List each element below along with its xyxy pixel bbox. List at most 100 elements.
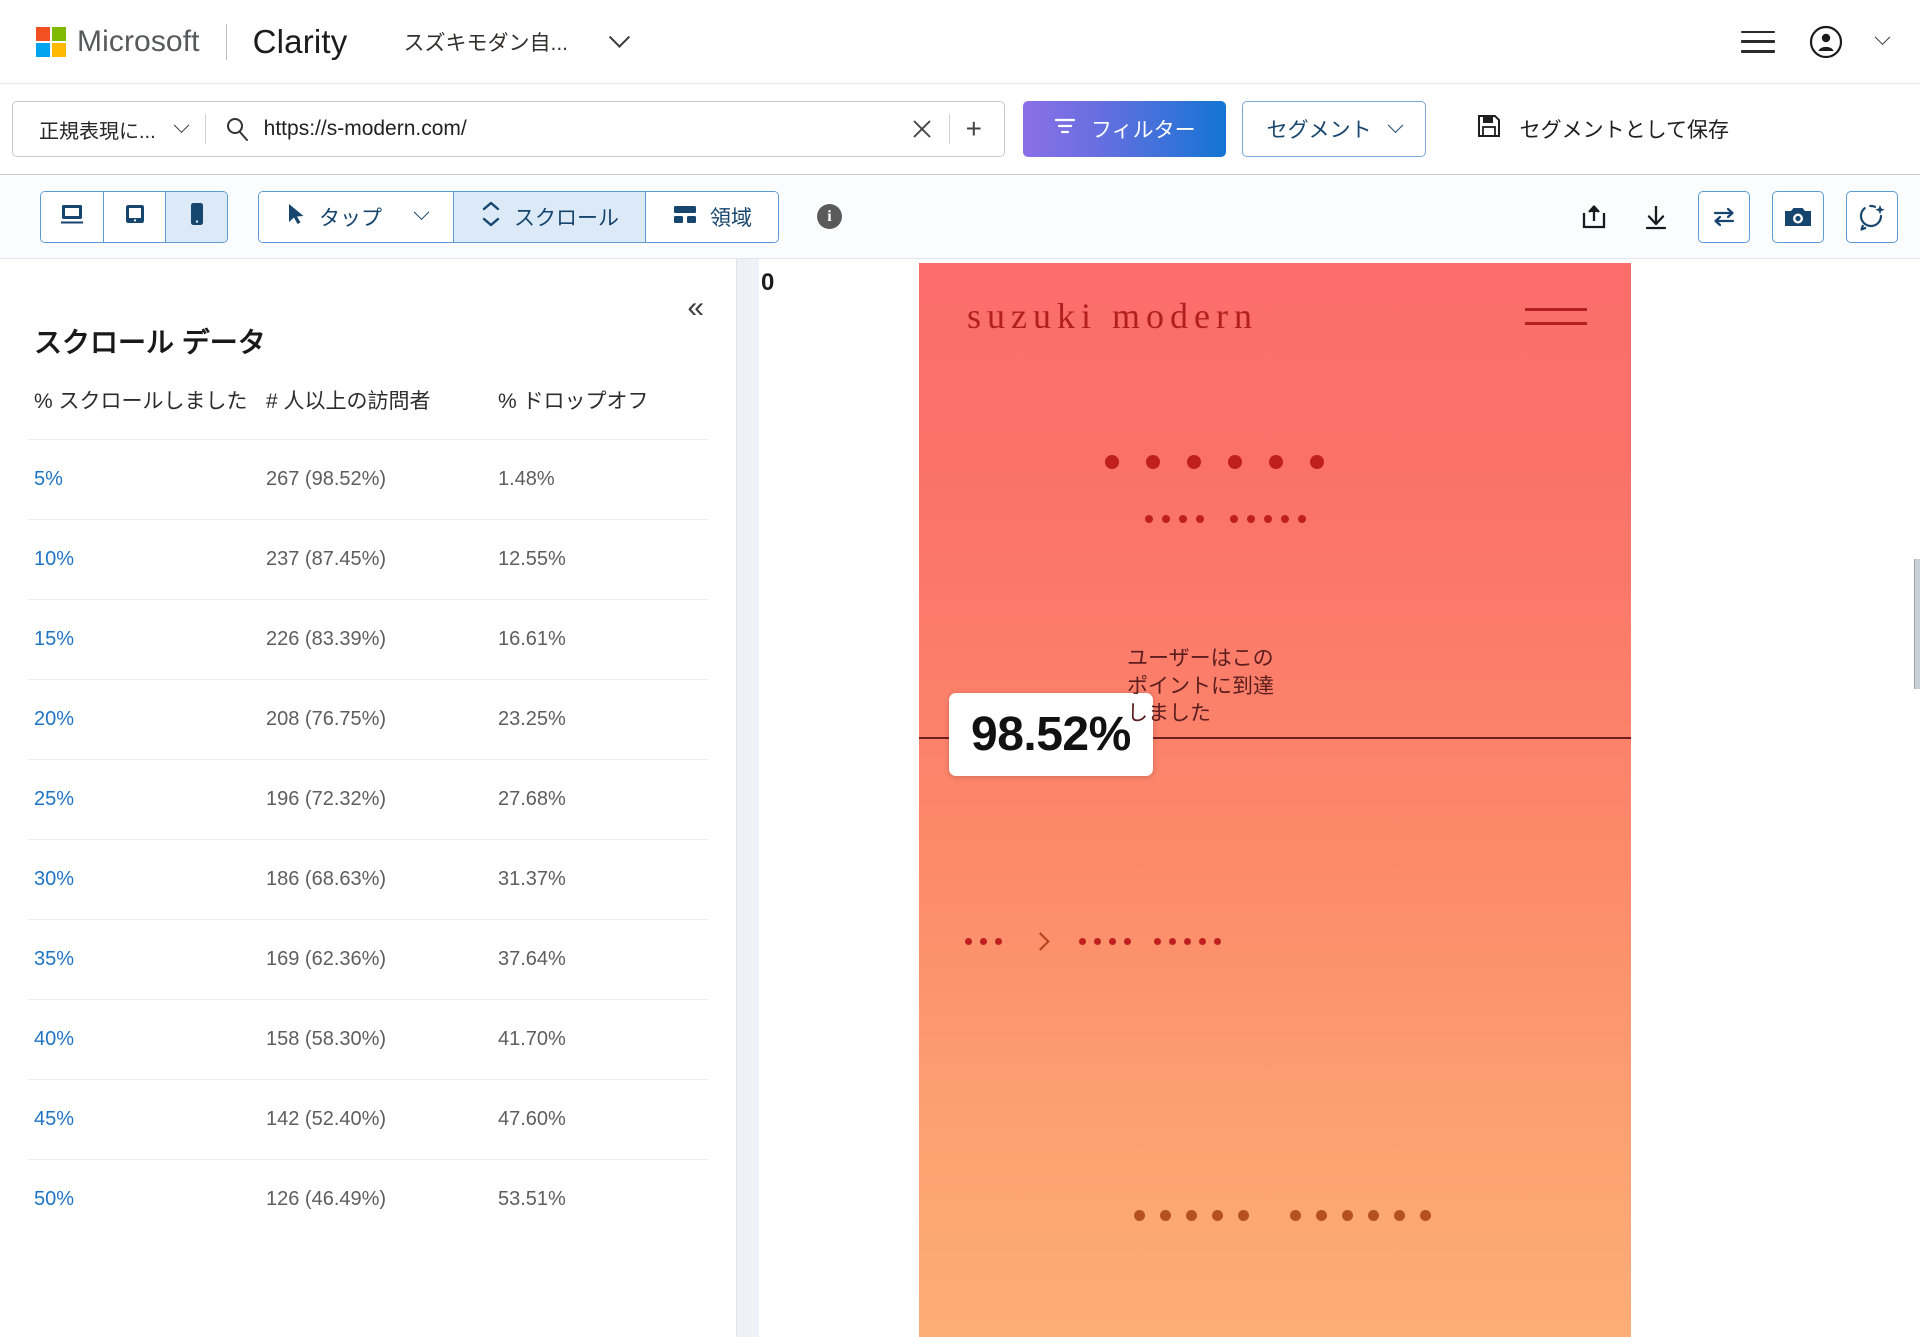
column-header-dropoff[interactable]: % ドロップオフ xyxy=(492,387,708,440)
redacted-block xyxy=(1079,938,1086,945)
cell-visitors: 126 (46.49%) xyxy=(260,1159,492,1240)
compare-swap-icon[interactable] xyxy=(1698,190,1750,243)
cell-scroll-pct[interactable]: 10% xyxy=(28,519,260,600)
device-mobile-button[interactable] xyxy=(165,191,227,242)
redacted-block xyxy=(1162,515,1170,523)
cell-scroll-pct[interactable]: 35% xyxy=(28,919,260,1000)
chevron-right-icon xyxy=(1031,932,1050,951)
redacted-block xyxy=(1196,515,1204,523)
floppy-disk-save-icon xyxy=(1476,113,1502,145)
table-row[interactable]: 45% 142 (52.40%) 47.60% xyxy=(28,1079,708,1160)
mode-area-button[interactable]: 領域 xyxy=(645,191,778,242)
info-circle-icon[interactable]: i xyxy=(817,204,842,229)
chevron-down-icon[interactable] xyxy=(1874,29,1891,46)
share-icon[interactable] xyxy=(1574,197,1614,237)
cell-scroll-pct[interactable]: 5% xyxy=(28,439,260,520)
hamburger-menu-icon[interactable] xyxy=(1525,307,1587,325)
plus-icon[interactable]: + xyxy=(952,115,1004,143)
callout-note: ユーザーはこのポイントに到達しました xyxy=(1127,647,1274,726)
table-row[interactable]: 50% 126 (46.49%) 53.51% xyxy=(28,1159,708,1240)
site-preview-frame[interactable]: suzuki modern xyxy=(919,263,1631,1337)
device-tablet-button[interactable] xyxy=(103,191,165,242)
table-row[interactable]: 20% 208 (76.75%) 23.25% xyxy=(28,679,708,760)
table-body: 5% 267 (98.52%) 1.48% 10% 237 (87.45%) 1… xyxy=(28,439,708,1240)
filter-button-label: フィルター xyxy=(1091,119,1196,142)
cell-dropoff: 27.68% xyxy=(492,759,708,840)
cell-scroll-pct[interactable]: 40% xyxy=(28,999,260,1080)
cell-dropoff: 31.37% xyxy=(492,839,708,920)
save-as-segment-label: セグメントとして保存 xyxy=(1519,119,1729,142)
cell-scroll-pct[interactable]: 50% xyxy=(28,1159,260,1240)
column-header-visitors[interactable]: # 人以上の訪問者 xyxy=(260,387,492,440)
redacted-subtext-row xyxy=(1145,515,1306,523)
redacted-block xyxy=(1298,515,1306,523)
cell-scroll-pct[interactable]: 25% xyxy=(28,759,260,840)
redacted-block xyxy=(965,938,972,945)
header-divider xyxy=(225,23,227,60)
chevron-down-icon[interactable] xyxy=(413,204,430,221)
save-as-segment-button[interactable]: セグメントとして保存 xyxy=(1476,113,1729,145)
download-icon[interactable] xyxy=(1636,197,1676,237)
account-circle-icon[interactable] xyxy=(1809,25,1843,59)
scroll-updown-icon xyxy=(480,201,502,233)
heatmap-scrollbar[interactable] xyxy=(1914,559,1920,689)
device-desktop-button[interactable] xyxy=(41,191,103,242)
camera-screenshot-icon[interactable] xyxy=(1772,190,1824,243)
cell-scroll-pct[interactable]: 15% xyxy=(28,599,260,680)
ruler-zero-label: 0 xyxy=(761,269,775,296)
redacted-block xyxy=(1169,938,1176,945)
header-actions xyxy=(1741,25,1894,59)
redacted-block xyxy=(1109,938,1116,945)
redacted-block xyxy=(1247,515,1255,523)
redacted-block xyxy=(1316,1210,1327,1221)
mode-scroll-label: スクロール xyxy=(514,206,619,230)
search-icon xyxy=(224,116,250,142)
url-search-box[interactable]: 正規表現に... https://s-modern.com/ + xyxy=(12,101,1005,157)
mode-tap-button[interactable]: タップ xyxy=(259,191,453,242)
table-row[interactable]: 10% 237 (87.45%) 12.55% xyxy=(28,519,708,600)
word-gap xyxy=(1264,1210,1275,1221)
chevron-down-icon[interactable] xyxy=(173,116,189,133)
table-row[interactable]: 5% 267 (98.52%) 1.48% xyxy=(28,439,708,520)
table-row[interactable]: 30% 186 (68.63%) 31.37% xyxy=(28,839,708,920)
redacted-block xyxy=(1230,515,1238,523)
segment-button[interactable]: セグメント xyxy=(1241,101,1426,157)
cell-scroll-pct[interactable]: 20% xyxy=(28,679,260,760)
scroll-heatmap-viewport[interactable]: 0 suzuki modern 98.52% ユーザーはこのポイントに到達しまし… xyxy=(737,259,1920,1337)
table-row[interactable]: 15% 226 (83.39%) 16.61% xyxy=(28,599,708,680)
site-header: suzuki modern xyxy=(919,263,1631,369)
redacted-block xyxy=(1214,938,1221,945)
redacted-block xyxy=(1212,1210,1223,1221)
cell-visitors: 226 (83.39%) xyxy=(260,599,492,680)
microsoft-wordmark: Microsoft xyxy=(77,24,200,58)
app-header: Microsoft Clarity スズキモダン自... xyxy=(0,0,1920,84)
cell-scroll-pct[interactable]: 45% xyxy=(28,1079,260,1160)
table-row[interactable]: 35% 169 (62.36%) 37.64% xyxy=(28,919,708,1000)
filter-button[interactable]: フィルター xyxy=(1023,101,1226,157)
table-row[interactable]: 25% 196 (72.32%) 27.68% xyxy=(28,759,708,840)
ai-insights-icon[interactable] xyxy=(1846,190,1898,243)
redacted-block xyxy=(1160,1210,1171,1221)
redacted-block xyxy=(1154,938,1161,945)
chevron-down-icon[interactable] xyxy=(608,26,631,48)
cell-dropoff: 16.61% xyxy=(492,599,708,680)
word-gap xyxy=(1139,938,1146,945)
hamburger-menu-icon[interactable] xyxy=(1741,30,1775,53)
table-row[interactable]: 40% 158 (58.30%) 41.70% xyxy=(28,999,708,1080)
redacted-block xyxy=(1228,455,1242,469)
toolbar-actions xyxy=(1574,190,1898,243)
project-selector-label[interactable]: スズキモダン自... xyxy=(404,27,569,57)
site-logo[interactable]: suzuki modern xyxy=(967,295,1258,337)
column-header-scroll-pct[interactable]: % スクロールしました xyxy=(28,387,260,440)
search-input[interactable]: https://s-modern.com/ xyxy=(264,117,909,141)
cell-dropoff: 12.55% xyxy=(492,519,708,600)
redacted-block xyxy=(1184,938,1191,945)
product-name: Clarity xyxy=(252,22,348,60)
match-type-label[interactable]: 正規表現に... xyxy=(39,115,156,144)
cell-scroll-pct[interactable]: 30% xyxy=(28,839,260,920)
scroll-reach-callout: 98.52% ユーザーはこのポイントに到達しました xyxy=(949,647,1274,776)
close-x-icon[interactable] xyxy=(909,116,935,142)
collapse-double-chevron-left-icon[interactable]: « xyxy=(687,293,704,323)
desktop-icon xyxy=(59,202,85,232)
mode-scroll-button[interactable]: スクロール xyxy=(453,191,645,242)
